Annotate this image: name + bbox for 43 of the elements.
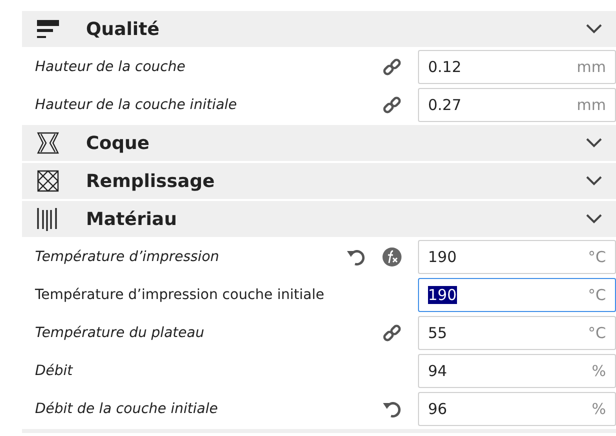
bars-icon <box>36 17 60 41</box>
unit-label: % <box>592 362 606 380</box>
setting-label: Débit de la couche initiale <box>35 401 219 417</box>
section-title: Matériau <box>86 208 178 230</box>
link-icon[interactable] <box>382 95 402 115</box>
setting-label: Hauteur de la couche <box>35 59 186 75</box>
unit-label: °C <box>588 248 606 266</box>
unit-label: °C <box>588 286 606 304</box>
section-title: Coque <box>86 132 150 154</box>
setting-label: Température d’impression couche initiale <box>35 287 326 303</box>
unit-label: mm <box>576 96 606 114</box>
unit-label: mm <box>576 58 606 76</box>
chevron-icon[interactable] <box>586 214 602 224</box>
section-header[interactable]: Remplissage <box>22 163 616 199</box>
section-title: Remplissage <box>86 170 216 192</box>
unit-label: °C <box>588 324 606 342</box>
link-icon[interactable] <box>382 57 402 77</box>
section-title: Qualité <box>86 18 160 40</box>
setting-label: Température d’impression <box>35 249 220 265</box>
value-field[interactable]: 96 % <box>418 392 616 426</box>
chevron-icon[interactable] <box>586 138 602 148</box>
value-field[interactable]: 190 °C <box>418 278 616 312</box>
chevron-icon[interactable] <box>586 24 602 34</box>
infill-icon <box>36 169 60 193</box>
material-icon <box>36 207 60 231</box>
setting-label: Hauteur de la couche initiale <box>35 97 238 113</box>
setting-label: Débit <box>35 363 74 379</box>
reset-icon[interactable] <box>382 399 402 419</box>
value-field[interactable]: 0.27 mm <box>418 88 616 122</box>
section-header[interactable]: Matériau <box>22 201 616 237</box>
reset-icon[interactable] <box>346 247 366 267</box>
chevron-icon[interactable] <box>586 176 602 186</box>
section-header[interactable]: Qualité <box>22 11 616 47</box>
value-field[interactable]: 94 % <box>418 354 616 388</box>
setting-label: Température du plateau <box>35 325 206 341</box>
value-field[interactable]: 55 °C <box>418 316 616 350</box>
unit-label: % <box>592 400 606 418</box>
shell-icon <box>36 131 60 155</box>
value-field[interactable]: 190 °C <box>418 240 616 274</box>
value-field[interactable]: 0.12 mm <box>418 50 616 84</box>
section-header[interactable]: Coque <box>22 125 616 161</box>
link-icon[interactable] <box>382 323 402 343</box>
formula-icon[interactable] <box>382 247 402 267</box>
